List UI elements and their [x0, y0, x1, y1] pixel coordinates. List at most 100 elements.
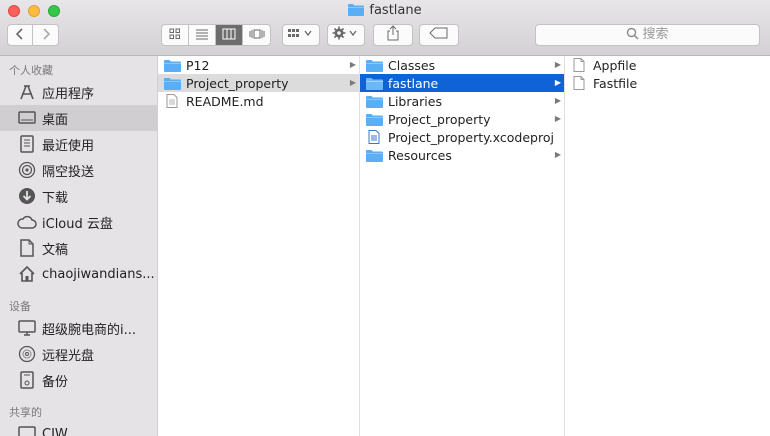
sidebar-item-icloud[interactable]: iCloud 云盘: [0, 209, 157, 235]
sidebar-item-label: 应用程序: [42, 86, 95, 102]
folder-icon: [348, 3, 365, 20]
list-item[interactable]: Project_property ▶: [158, 74, 359, 92]
folder-icon: [365, 112, 383, 126]
search-icon: [627, 27, 640, 40]
sidebar-item-label: iCloud 云盘: [42, 216, 113, 232]
sidebar-item-label: 超级腕电商的i...: [42, 322, 137, 338]
sidebar-item-airdrop[interactable]: 隔空投送: [0, 157, 157, 183]
search-placeholder: 搜索: [642, 27, 669, 42]
folder-icon: [365, 58, 383, 72]
sidebar-item-desktop[interactable]: 桌面: [0, 105, 157, 131]
downloads-icon: [16, 186, 38, 206]
disclosure-arrow-icon: ▶: [554, 78, 561, 87]
file-icon: [570, 76, 588, 90]
tag-icon: [429, 27, 448, 39]
sidebar-item-label: CJW: [42, 426, 68, 436]
item-name: fastlane: [388, 75, 439, 91]
gear-icon: [332, 26, 357, 40]
list-item[interactable]: Libraries ▶: [360, 92, 564, 110]
text-file-icon: [163, 94, 181, 108]
sidebar-item-backup[interactable]: 备份: [0, 367, 157, 393]
list-item[interactable]: P12 ▶: [158, 56, 359, 74]
list-item[interactable]: fastlane ▶: [360, 74, 564, 92]
action-button[interactable]: [327, 24, 365, 46]
airdrop-icon: [16, 160, 38, 180]
home-icon: [16, 264, 38, 284]
window-title-text: fastlane: [369, 3, 422, 18]
icloud-icon: [16, 212, 38, 232]
remote-disc-icon: [16, 344, 38, 364]
toolbar: fastlane 搜索: [0, 0, 770, 56]
item-name: P12: [186, 57, 210, 73]
sidebar-item-network[interactable]: CJW: [0, 421, 157, 436]
sidebar-item-home[interactable]: chaojiwandians...: [0, 261, 157, 287]
window-title: fastlane: [0, 3, 770, 20]
sidebar-item-label: 文稿: [42, 242, 69, 258]
disclosure-arrow-icon: ▶: [349, 78, 356, 87]
sidebar-item-label: chaojiwandians...: [42, 266, 155, 282]
tag-button[interactable]: [419, 24, 459, 46]
list-item[interactable]: Classes ▶: [360, 56, 564, 74]
item-name: Appfile: [593, 57, 637, 73]
sidebar-item-downloads[interactable]: 下载: [0, 183, 157, 209]
network-icon: [16, 424, 38, 436]
column-view-icon[interactable]: [216, 25, 243, 45]
disclosure-arrow-icon: ▶: [554, 96, 561, 105]
item-name: Project_property.xcodeproj: [388, 129, 554, 145]
list-item[interactable]: Fastfile: [565, 74, 770, 92]
file-icon: [570, 58, 588, 72]
sidebar-item-remote-disc[interactable]: 远程光盘: [0, 341, 157, 367]
folder-icon: [365, 148, 383, 162]
disclosure-arrow-icon: ▶: [554, 150, 561, 159]
folder-icon: [365, 76, 383, 90]
navigation-buttons: [7, 24, 59, 46]
backup-icon: [16, 370, 38, 390]
folder-icon: [163, 76, 181, 90]
chevron-left-icon[interactable]: [8, 25, 34, 45]
list-item[interactable]: README.md: [158, 92, 359, 110]
list-item[interactable]: Appfile: [565, 56, 770, 74]
cover-flow-icon[interactable]: [243, 25, 270, 45]
item-name: Classes: [388, 57, 436, 73]
item-name: Resources: [388, 147, 452, 163]
sidebar-item-applications[interactable]: 应用程序: [0, 79, 157, 105]
shared-header: 共享的: [9, 406, 42, 419]
list-view-icon[interactable]: [189, 25, 216, 45]
computer-icon: [16, 318, 38, 338]
column-1: P12 ▶ Project_property ▶ README.md: [158, 56, 360, 436]
sidebar-item-documents[interactable]: 文稿: [0, 235, 157, 261]
column-3: Appfile Fastfile: [565, 56, 770, 436]
recents-icon: [16, 134, 38, 154]
documents-icon: [16, 238, 38, 258]
disclosure-arrow-icon: ▶: [554, 60, 561, 69]
item-name: Fastfile: [593, 75, 638, 91]
sidebar-item-label: 最近使用: [42, 138, 95, 154]
list-item[interactable]: Project_property.xcodeproj: [360, 128, 564, 146]
sidebar-item-label: 下载: [42, 190, 69, 206]
folder-icon: [365, 94, 383, 108]
desktop-icon: [16, 108, 38, 128]
sidebar-item-label: 隔空投送: [42, 164, 95, 180]
list-item[interactable]: Resources ▶: [360, 146, 564, 164]
sidebar: 个人收藏 应用程序 桌面 最近使用 隔空投送 下载 iCloud 云盘 文稿 c…: [0, 56, 158, 436]
item-name: Project_property: [388, 111, 491, 127]
sidebar-item-computer[interactable]: 超级腕电商的i...: [0, 315, 157, 341]
share-icon: [387, 25, 399, 41]
sidebar-item-recents[interactable]: 最近使用: [0, 131, 157, 157]
xcodeproj-icon: [365, 130, 383, 144]
arrange-button[interactable]: [282, 24, 320, 46]
list-item[interactable]: Project_property ▶: [360, 110, 564, 128]
arrange-icon: [288, 29, 312, 37]
finder-window: fastlane 搜索 个人收藏 应用程序 桌面 最近使用 隔空投送 下载 iC…: [0, 0, 770, 436]
icon-view-icon[interactable]: [162, 25, 189, 45]
share-button[interactable]: [373, 24, 413, 46]
disclosure-arrow-icon: ▶: [554, 114, 561, 123]
sidebar-item-label: 远程光盘: [42, 348, 95, 364]
devices-header: 设备: [9, 300, 31, 313]
chevron-right-icon[interactable]: [33, 25, 58, 45]
column-2: Classes ▶ fastlane ▶ Libraries ▶ Project…: [360, 56, 565, 436]
search-field[interactable]: 搜索: [535, 24, 760, 46]
folder-icon: [163, 58, 181, 72]
favorites-header: 个人收藏: [9, 64, 53, 77]
view-mode-buttons: [161, 24, 271, 46]
